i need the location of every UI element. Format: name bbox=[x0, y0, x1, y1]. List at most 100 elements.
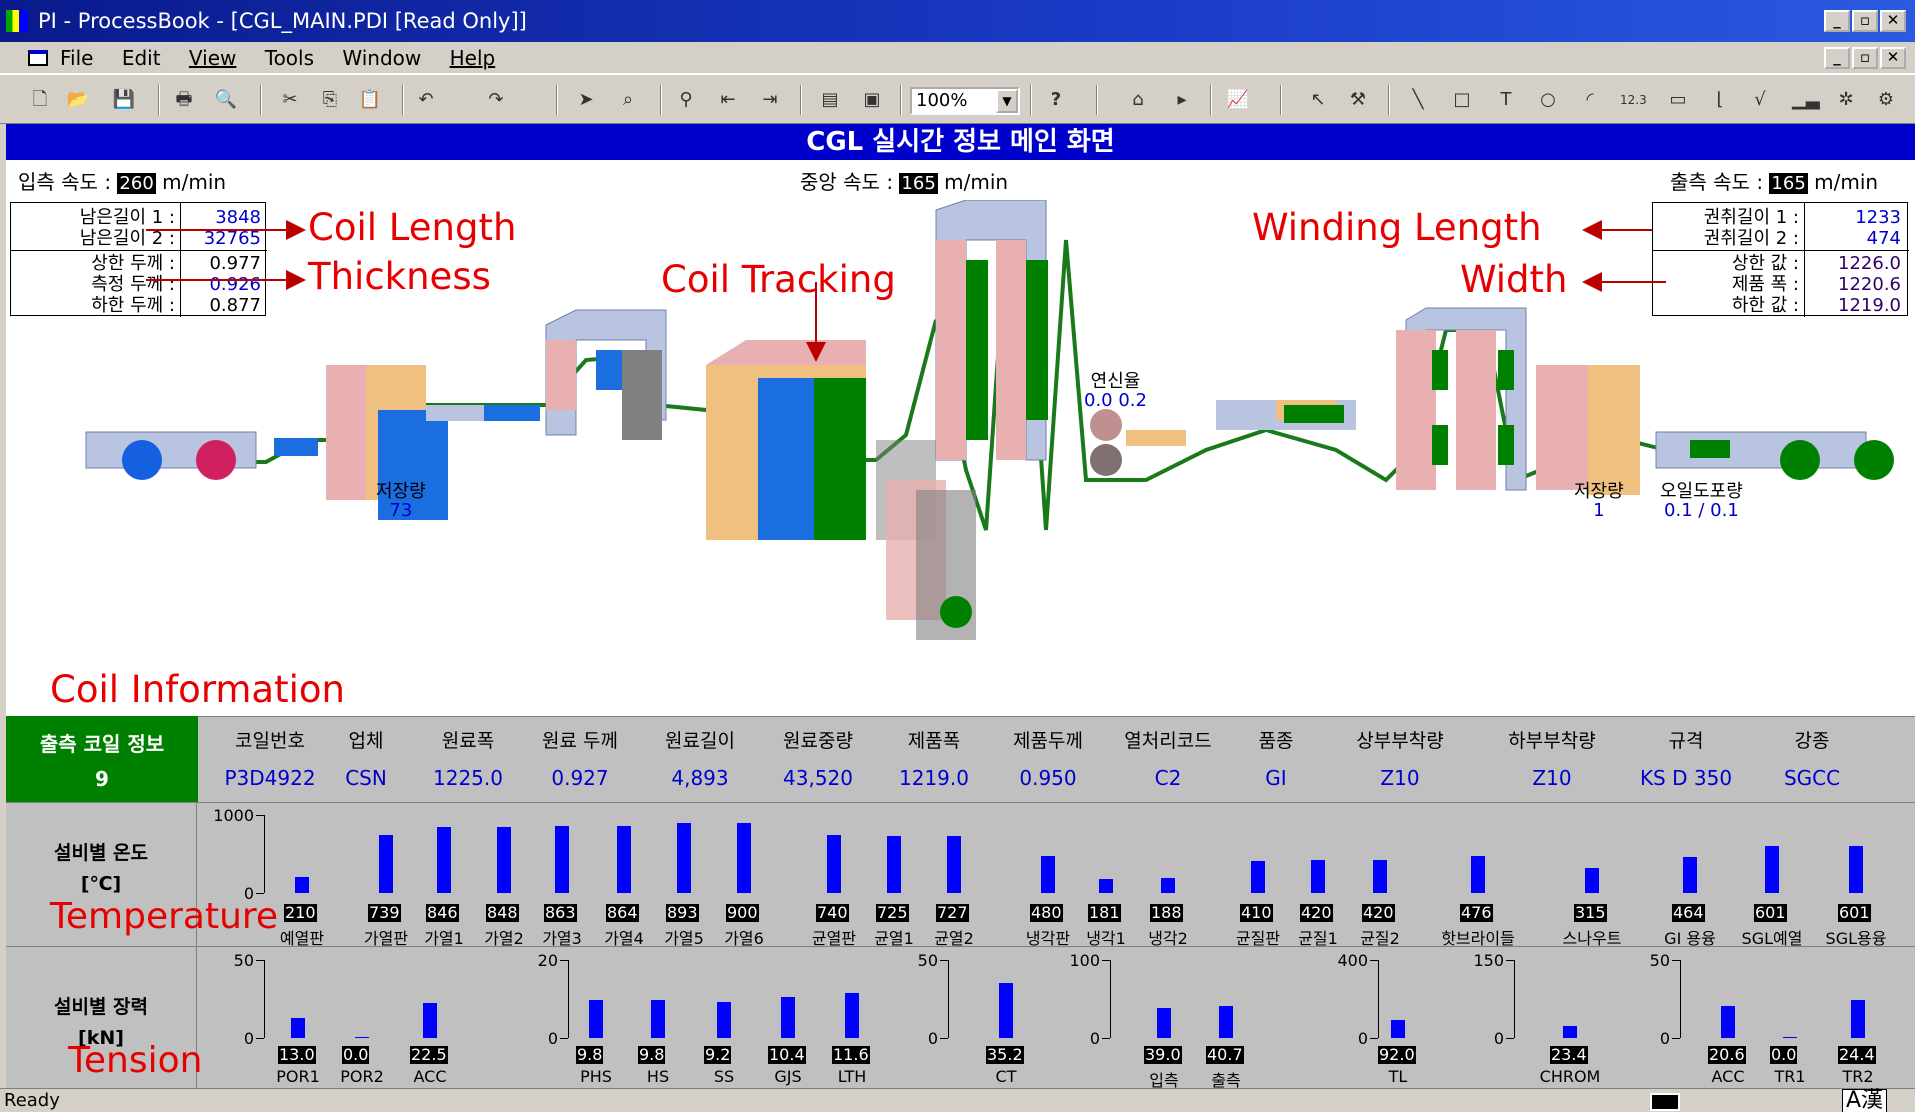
rect-tool-icon[interactable]: □ bbox=[1450, 89, 1474, 111]
tension-bar bbox=[1219, 1006, 1233, 1038]
temp-bar-label: 균열2 bbox=[934, 929, 974, 948]
temp-bar bbox=[677, 823, 691, 893]
temp-bar-value: 900 bbox=[726, 903, 759, 922]
temp-bar-label: 스나우트 bbox=[1562, 929, 1622, 948]
build-icon[interactable]: ⌂ bbox=[1126, 89, 1150, 111]
menu-view[interactable]: View bbox=[189, 42, 236, 74]
undo-icon[interactable]: ↶ bbox=[414, 89, 438, 111]
coil-col-header: 업체 bbox=[348, 730, 384, 752]
outlet-coil-count: 9 bbox=[95, 767, 109, 791]
zoom-select[interactable]: 100% ▼ bbox=[910, 87, 1020, 115]
value-tool-icon[interactable]: 12.3 bbox=[1620, 89, 1647, 111]
run-icon[interactable]: ▸ bbox=[1170, 89, 1194, 111]
temp-bar-label: 가열5 bbox=[664, 929, 704, 948]
temp-unit: [℃] bbox=[80, 873, 122, 895]
pointer-icon[interactable]: ➤ bbox=[574, 89, 598, 111]
coil-col-header: 코일번호 bbox=[235, 730, 305, 752]
doc-close-button[interactable]: ✕ bbox=[1880, 47, 1906, 69]
tension-bar bbox=[589, 999, 603, 1038]
save-icon[interactable]: 💾 bbox=[112, 89, 136, 111]
trend-icon[interactable]: ⚲ bbox=[674, 89, 698, 111]
temp-bar bbox=[379, 835, 393, 893]
tension-bar bbox=[291, 1017, 305, 1038]
coil-col-value: C2 bbox=[1154, 766, 1182, 790]
chevron-down-icon[interactable]: ▼ bbox=[996, 89, 1018, 113]
help-pointer-icon[interactable]: ? bbox=[1044, 89, 1068, 111]
trend-tool-icon[interactable]: √ bbox=[1748, 89, 1772, 111]
find-icon[interactable]: ⌕ bbox=[616, 89, 640, 111]
tension-bar bbox=[1721, 1005, 1735, 1038]
menu-tools[interactable]: Tools bbox=[265, 42, 314, 74]
doc-minimize-button[interactable]: _ bbox=[1824, 47, 1850, 69]
connector-tool-icon[interactable]: ⌊ bbox=[1708, 89, 1732, 111]
tension-bar-value: 35.2 bbox=[986, 1045, 1024, 1064]
coil-col-value: 1225.0 bbox=[433, 766, 503, 790]
tension-bar-value: 10.4 bbox=[768, 1045, 806, 1064]
tension-ymax-label: 100 bbox=[1069, 951, 1100, 970]
forward-icon[interactable]: ⇥ bbox=[758, 89, 782, 111]
paste-icon[interactable]: 📋 bbox=[358, 89, 382, 111]
outlet-coil-box: 출측 코일 정보 9 bbox=[6, 716, 198, 802]
print-icon[interactable]: 🖶 bbox=[172, 89, 196, 111]
tension-bar-label: 입측 bbox=[1149, 1071, 1179, 1090]
temp-bar bbox=[1585, 868, 1599, 893]
button-tool-icon[interactable]: ▭ bbox=[1666, 89, 1690, 111]
tension-bar-value: 9.8 bbox=[576, 1045, 604, 1064]
temp-bar bbox=[947, 836, 961, 893]
ellipse-tool-icon[interactable]: ○ bbox=[1536, 89, 1560, 111]
hammer-icon[interactable]: ⚒ bbox=[1346, 89, 1370, 111]
width-annotation: Width bbox=[1460, 258, 1568, 301]
select-arrow-icon[interactable]: ↖ bbox=[1306, 89, 1330, 111]
coil-col-header: 열처리코드 bbox=[1124, 730, 1212, 752]
chart-tool-icon[interactable]: 📈 bbox=[1226, 89, 1250, 111]
arc-tool-icon[interactable]: ◜ bbox=[1578, 89, 1602, 111]
temp-bar bbox=[555, 825, 569, 893]
tools-icon[interactable]: ⚙ bbox=[1874, 89, 1898, 111]
temp-bar bbox=[1311, 860, 1325, 893]
temp-axis-tick bbox=[256, 893, 264, 894]
layout-icon[interactable]: ▤ bbox=[818, 89, 842, 111]
coil-col-header: 상부부착량 bbox=[1356, 730, 1444, 752]
tension-axis bbox=[1514, 960, 1515, 1038]
symbol-tool-icon[interactable]: ✲ bbox=[1834, 89, 1858, 111]
tension-axis-tick bbox=[560, 1038, 568, 1039]
tension-bar-value: 0.0 bbox=[342, 1045, 370, 1064]
bar-tool-icon[interactable]: ▁▃ bbox=[1792, 89, 1820, 111]
tension-axis-tick bbox=[1506, 1038, 1514, 1039]
temp-bar-label: 핫브라이들 bbox=[1441, 929, 1515, 948]
coil-col-value: Z10 bbox=[1532, 766, 1572, 790]
cut-icon[interactable]: ✂ bbox=[278, 89, 302, 111]
tension-ymax-label: 400 bbox=[1337, 951, 1368, 970]
print-preview-icon[interactable]: 🔍 bbox=[214, 89, 238, 111]
coil-tracking-annotation: Coil Tracking bbox=[661, 258, 896, 301]
doc-restore-button[interactable]: ▫ bbox=[1852, 47, 1878, 69]
temp-bar bbox=[737, 822, 751, 893]
minimize-button[interactable]: _ bbox=[1824, 10, 1850, 32]
copy-icon[interactable]: ⎘ bbox=[318, 89, 342, 111]
coil-information-annotation: Coil Information bbox=[50, 668, 345, 711]
ime-indicator[interactable]: A漢 bbox=[1842, 1089, 1888, 1112]
temp-bar-label: 가열2 bbox=[484, 929, 524, 948]
menu-edit[interactable]: Edit bbox=[122, 42, 161, 74]
tension-bar-label: TR1 bbox=[1774, 1067, 1806, 1086]
line-tool-icon[interactable]: ╲ bbox=[1406, 89, 1430, 111]
back-icon[interactable]: ⇤ bbox=[716, 89, 740, 111]
close-button[interactable]: ✕ bbox=[1880, 10, 1906, 32]
temp-bar-value: 410 bbox=[1240, 903, 1273, 922]
new-icon[interactable]: 🗋 bbox=[28, 89, 52, 111]
temp-bar-label: 균열판 bbox=[811, 929, 857, 948]
open-icon[interactable]: 📂 bbox=[66, 89, 90, 111]
redo-icon[interactable]: ↷ bbox=[484, 89, 508, 111]
menu-file[interactable]: File bbox=[60, 42, 93, 74]
restore-button[interactable]: ▫ bbox=[1852, 10, 1878, 32]
temp-bar bbox=[1161, 878, 1175, 893]
menu-help[interactable]: Help bbox=[450, 42, 496, 74]
menu-window[interactable]: Window bbox=[342, 42, 421, 74]
tension-ymin-label: 0 bbox=[1089, 1029, 1100, 1048]
coil-length-annotation: Coil Length bbox=[308, 206, 517, 249]
temp-bar-value: 480 bbox=[1030, 903, 1063, 922]
window-icon[interactable]: ▣ bbox=[860, 89, 884, 111]
tension-ymin-label: 0 bbox=[547, 1029, 558, 1048]
text-tool-icon[interactable]: T bbox=[1494, 89, 1518, 111]
tension-bar-label: LTH bbox=[837, 1067, 867, 1086]
